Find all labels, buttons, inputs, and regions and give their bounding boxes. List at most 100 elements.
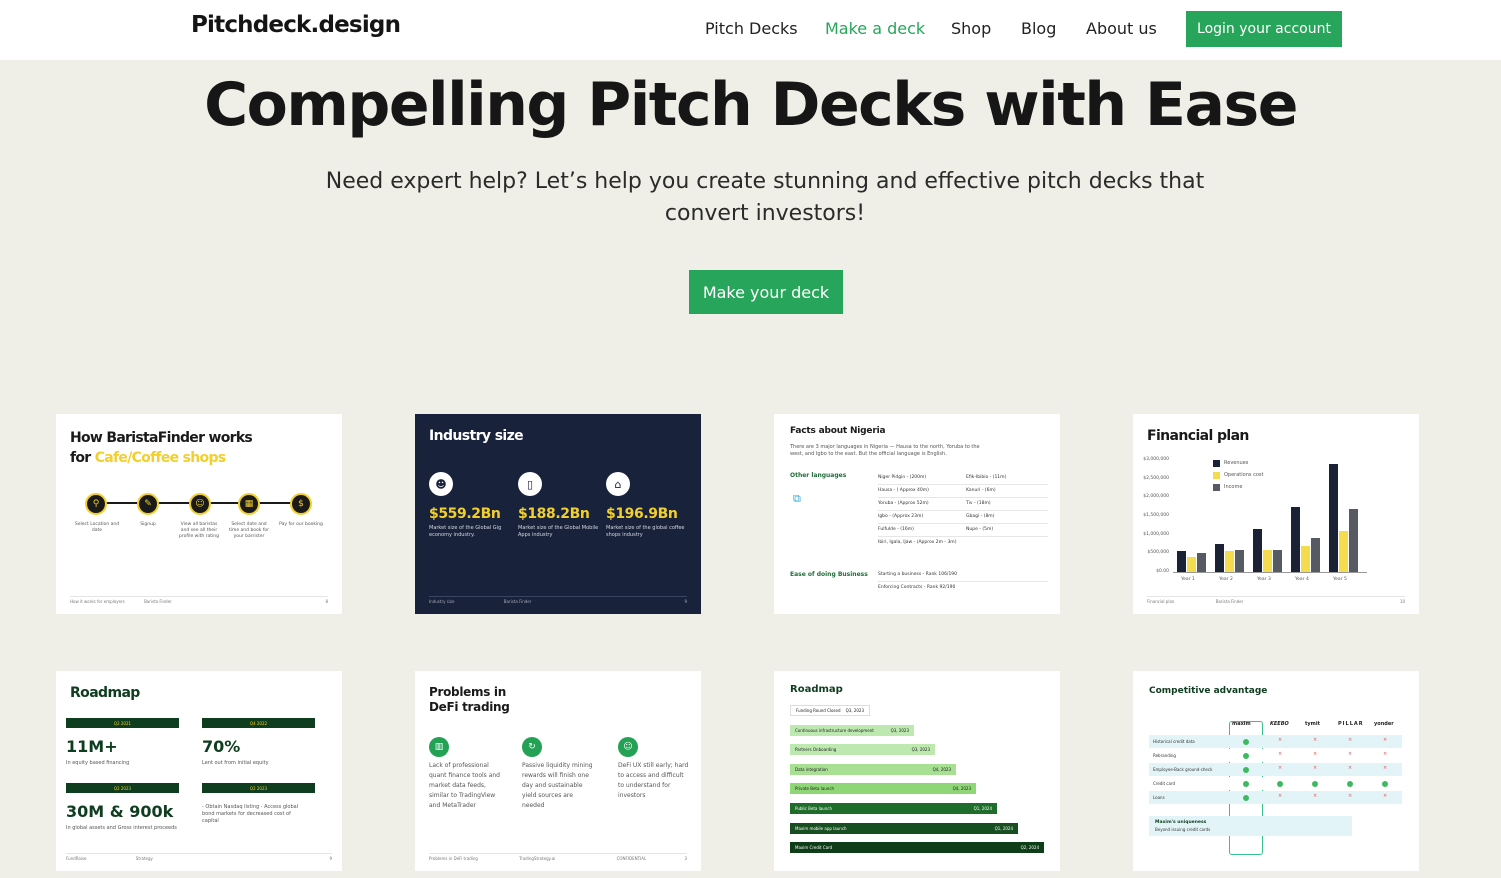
check-icon <box>1243 739 1249 745</box>
check-icon <box>1243 795 1249 801</box>
legend-swatch <box>1213 472 1220 479</box>
feature-label: Credit card <box>1153 781 1176 786</box>
divider <box>878 536 1048 537</box>
deck-card-defi-problems[interactable]: Problems in DeFi trading ▥ ↻ ☺ Lack of pr… <box>415 671 701 871</box>
language-item: Hausa - ( Approx 40m) <box>878 488 929 493</box>
refresh-icon: ↻ <box>522 737 542 757</box>
chart-icon: ▥ <box>429 737 449 757</box>
divider <box>878 523 1048 524</box>
slide-footer: Problems in DeFi trading TradingStrategy… <box>429 853 687 861</box>
cross-icon: × <box>1313 793 1318 799</box>
roadmap-bar-date: Q3, 2023 <box>845 708 864 713</box>
check-icon <box>1277 781 1283 787</box>
roadmap-bar-label: Continuous infrastructure development <box>795 727 874 733</box>
roadmap-bar: Private Beta launch Q4, 2023 <box>790 783 976 795</box>
deck-card-competitive-advantage[interactable]: Competitive advantage maxim KEEBO tymit … <box>1133 671 1419 871</box>
slide-footer: FundRaise Strategy 9 <box>66 853 332 861</box>
x-tick-label: Year 1 <box>1181 577 1195 582</box>
y-tick-label: $0.00 <box>1156 569 1169 574</box>
bar-income <box>1197 553 1206 572</box>
check-icon <box>1347 781 1353 787</box>
competitor-logo-pillar: PILLAR <box>1338 721 1364 727</box>
competitor-logo-maxim: maxim <box>1232 721 1251 727</box>
nav-make-a-deck[interactable]: Make a deck <box>825 19 925 38</box>
feature-label: Rebranding <box>1153 753 1176 758</box>
nav-about-us[interactable]: About us <box>1086 19 1157 38</box>
slide-title: Problems in DeFi trading <box>429 685 510 714</box>
stat-description: Market size of the Global Mobile Apps in… <box>518 525 599 538</box>
bar-income <box>1311 538 1320 572</box>
roadmap-bar-label: Partners Onboarding <box>795 747 837 753</box>
slide-footer: Industry size Barista Finder 9 <box>429 596 687 604</box>
legend-swatch <box>1213 460 1220 467</box>
roadmap-bar-date: Q1, 2024 <box>973 806 992 811</box>
comparison-row <box>1149 777 1402 790</box>
language-item: Tiv - (18m) <box>966 501 991 506</box>
people-icon: ☻ <box>429 472 453 496</box>
check-icon <box>1243 753 1249 759</box>
roadmap-bar-label: Private Beta launch <box>795 786 835 792</box>
language-item: Yoruba - (Approx 52m) <box>878 501 929 506</box>
y-tick-label: $2,000,000 <box>1143 494 1169 500</box>
nav-pitch-decks[interactable]: Pitch Decks <box>705 19 798 38</box>
language-item: Kanuri - (6m) <box>966 488 996 493</box>
roadmap-bar-label: Data integration <box>795 766 828 772</box>
language-item: Fulfulde - (16m) <box>878 527 914 532</box>
roadmap-bar: Partners Onboarding Q3, 2023 <box>790 744 935 756</box>
hero-title: Compelling Pitch Decks with Ease <box>204 70 1298 140</box>
stat-value: $196.9Bn <box>606 506 678 522</box>
deck-card-roadmap-fundraise[interactable]: Roadmap Q2 2021 Q4 2022 11M+ 70% In equi… <box>56 671 342 871</box>
make-your-deck-button[interactable]: Make your deck <box>689 270 843 314</box>
step-label: Select date and time and book for your b… <box>228 522 270 539</box>
deck-card-industry-size[interactable]: Industry size ☻ ▯ ⌂ $559.2Bn $188.2Bn $1… <box>415 414 701 614</box>
deck-card-roadmap-gantt[interactable]: Roadmap Funding Round Closed Q3, 2023 Cont… <box>774 671 1060 871</box>
top-navigation-bar: Pitchdeck.design Pitch Decks Make a deck… <box>0 0 1501 60</box>
stat-value: $559.2Bn <box>429 506 501 522</box>
comparison-row <box>1149 791 1402 804</box>
problem-text: DeFi UX still early; hard to access and … <box>618 762 689 799</box>
roadmap-bar-label: Maxim Credit Card <box>795 845 833 851</box>
check-icon <box>1243 781 1249 787</box>
cross-icon: × <box>1383 737 1388 743</box>
language-item: Efik-Ibibio - (11m) <box>966 475 1007 480</box>
slide-title: Roadmap <box>790 684 843 695</box>
roadmap-desc: In equity based financing <box>66 760 130 766</box>
deck-card-barista-how-it-works[interactable]: How BaristaFinder works for Cafe/Coffee … <box>56 414 342 614</box>
roadmap-tag: Q4 2022 <box>202 718 315 728</box>
roadmap-bar: Data integration Q4, 2023 <box>790 763 956 775</box>
language-item: Nupe - (5m) <box>966 527 994 532</box>
slide-title: Industry size <box>429 428 524 444</box>
divider <box>878 497 1048 498</box>
deck-card-financial-plan[interactable]: Financial plan $3,000,000 $2,500,000 $2,00… <box>1133 414 1419 614</box>
nav-shop[interactable]: Shop <box>951 19 991 38</box>
roadmap-tag: Q2 2023 <box>66 783 179 793</box>
bar-income <box>1273 549 1282 572</box>
roadmap-bar-date: Q4, 2023 <box>932 766 951 772</box>
feature-label: Loans <box>1153 795 1165 800</box>
feature-label: Employee-Back ground-check <box>1153 767 1213 772</box>
cross-icon: × <box>1383 793 1388 799</box>
y-tick-label: $1,500,000 <box>1143 513 1169 518</box>
bar-revenues <box>1215 544 1224 572</box>
bar-operations-cost <box>1339 530 1348 572</box>
cross-icon: × <box>1383 765 1388 771</box>
roadmap-bar-date: Q2, 2024 <box>1020 845 1039 851</box>
comparison-row <box>1149 749 1402 762</box>
cross-icon: × <box>1348 765 1353 771</box>
slide-title: Facts about Nigeria <box>790 426 886 436</box>
deck-card-facts-nigeria[interactable]: Facts about Nigeria There are 3 major la… <box>774 414 1060 614</box>
nav-blog[interactable]: Blog <box>1021 19 1056 38</box>
chat-icon: ⧉ <box>793 492 801 505</box>
login-button[interactable]: Login your account <box>1186 11 1342 47</box>
x-tick-label: Year 3 <box>1257 577 1271 582</box>
bar-operations-cost <box>1301 545 1310 572</box>
cross-icon: × <box>1348 737 1353 743</box>
roadmap-bar: Maxim Credit Card Q2, 2024 <box>790 842 1044 854</box>
check-icon <box>1243 767 1249 773</box>
phone-icon: ▯ <box>518 472 542 496</box>
people-icon: ☺ <box>189 493 211 515</box>
cross-icon: × <box>1383 751 1388 757</box>
roadmap-bar-date: Q3, 2023 <box>890 727 909 733</box>
slide-footer: Financial plan Barista Finder 10 <box>1147 596 1405 604</box>
brand-logo[interactable]: Pitchdeck.design <box>191 12 401 38</box>
